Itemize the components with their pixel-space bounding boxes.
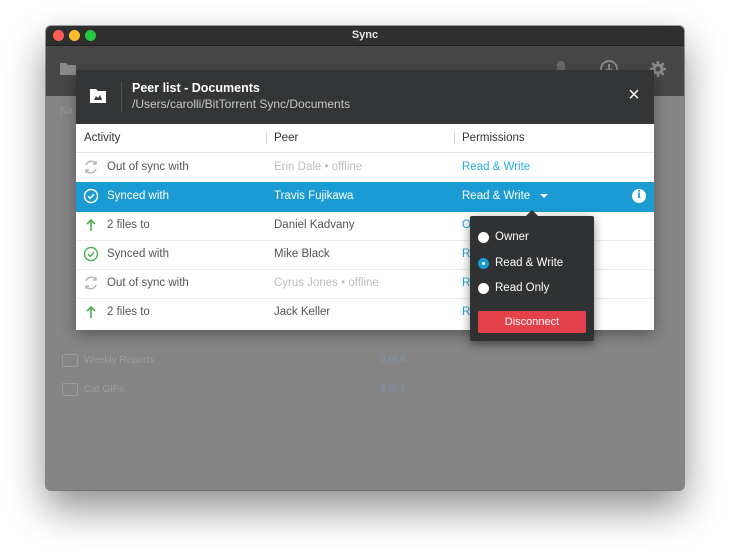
column-activity[interactable]: Activity: [84, 132, 120, 144]
peer-name: Mike Black: [274, 248, 330, 260]
peer-name: Daniel Kadvany: [274, 219, 355, 231]
list-header-fragment: Na: [60, 106, 73, 117]
dialog-title: Peer list - Documents: [132, 81, 260, 95]
window-title: Sync: [351, 29, 379, 41]
peer-name: Jack Keller: [274, 306, 331, 318]
caret-down-icon: [540, 193, 549, 198]
activity-text: 2 files to: [107, 306, 150, 318]
peer-name: Cyrus Jones • offline: [274, 277, 379, 289]
out-of-sync-icon: [85, 276, 97, 290]
activity-text: Out of sync with: [107, 161, 189, 173]
activity-text: Out of sync with: [107, 277, 189, 289]
add-folder-icon[interactable]: [58, 60, 78, 80]
permission-option-owner[interactable]: Owner: [478, 231, 529, 249]
out-of-sync-icon: [85, 160, 97, 174]
column-divider: [266, 132, 267, 144]
peer-name: Travis Fujikawa: [274, 190, 354, 202]
title-bar: Sync: [46, 26, 684, 46]
radio-button-selected[interactable]: [478, 257, 489, 269]
radio-button[interactable]: [478, 231, 489, 243]
menu-pointer: [526, 210, 538, 216]
column-peer[interactable]: Peer: [274, 132, 298, 144]
permission-menu: Owner Read & Write Read Only Disconnect: [470, 210, 594, 341]
column-permissions[interactable]: Permissions: [462, 132, 525, 144]
radio-button[interactable]: [478, 282, 489, 294]
folder-path: /Users/carolli/BitTorrent Sync/Documents: [132, 97, 351, 111]
folder-icon: [62, 354, 78, 367]
activity-text: 2 files to: [107, 219, 150, 231]
upload-arrow-icon: [86, 218, 96, 231]
shared-folder-icon: [89, 87, 107, 104]
list-item[interactable]: Weekly Reports: [62, 354, 154, 367]
upload-arrow-icon: [86, 305, 96, 318]
peer-name: Erin Dale • offline: [274, 161, 363, 173]
header-divider: [121, 82, 122, 112]
activity-text: Synced with: [107, 190, 170, 202]
list-item[interactable]: Cat GIFs: [62, 383, 124, 396]
close-icon[interactable]: ×: [626, 85, 642, 105]
info-icon[interactable]: i: [632, 189, 646, 203]
list-item-count: 4 of 4: [380, 383, 406, 394]
activity-text: Synced with: [107, 248, 170, 260]
permission-option-read-only[interactable]: Read Only: [478, 282, 549, 300]
dialog-header: Peer list - Documents /Users/carolli/Bit…: [76, 70, 654, 124]
table-row-selected[interactable]: Synced with Travis Fujikawa Read & Write…: [76, 182, 654, 212]
permission-link[interactable]: Read & Write: [462, 161, 530, 173]
column-divider: [454, 132, 455, 144]
table-row[interactable]: Out of sync with Erin Dale • offline Rea…: [76, 153, 654, 183]
table-header: Activity Peer Permissions: [76, 124, 654, 153]
synced-icon: [83, 246, 99, 262]
disconnect-button[interactable]: Disconnect: [478, 311, 586, 333]
permission-dropdown[interactable]: Read & Write: [462, 190, 549, 202]
synced-icon: [83, 188, 99, 204]
list-item-count: 3 of 4: [380, 354, 406, 365]
folder-icon: [62, 383, 78, 396]
permission-option-read-write[interactable]: Read & Write: [478, 257, 563, 275]
